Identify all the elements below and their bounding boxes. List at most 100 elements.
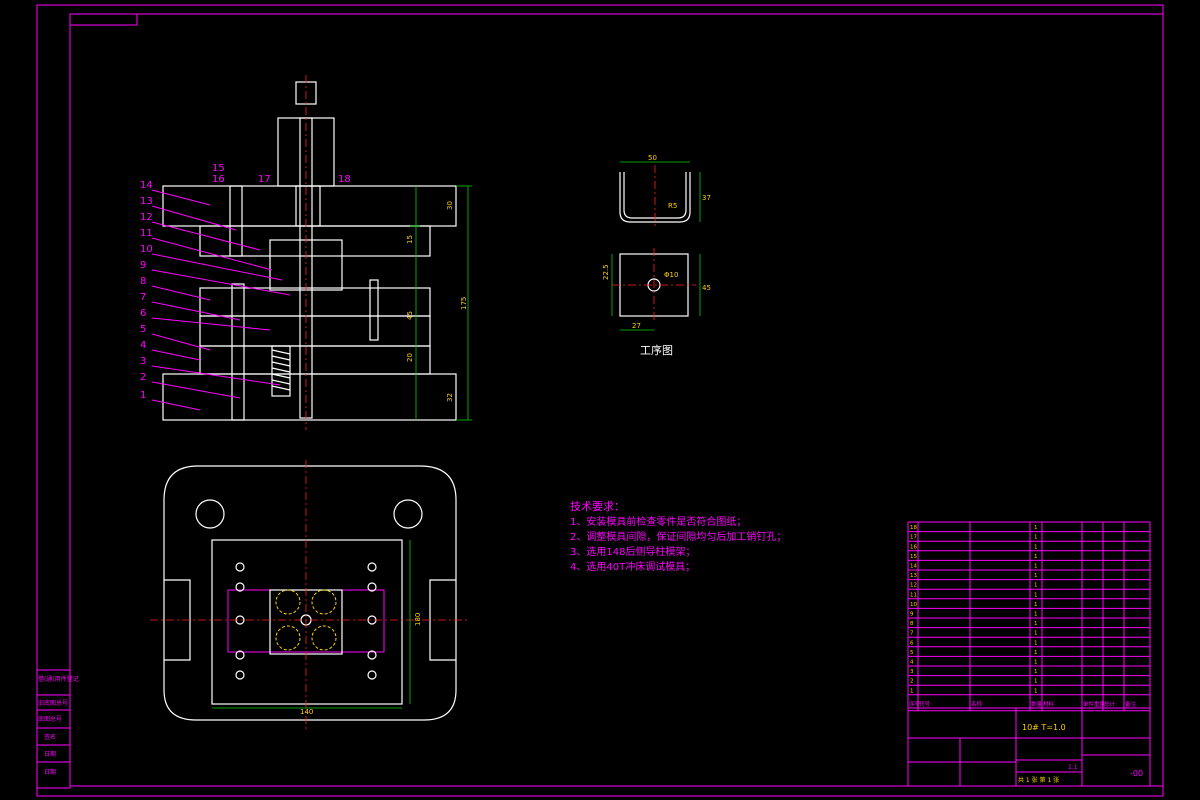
tech-requirements: 技术要求： 1、安装模具前检查零件是否符合图纸； 2、调整模具间隙，保证间隙均匀… — [570, 500, 786, 573]
label-15: 15 — [212, 163, 225, 174]
bom-header-cell: 名称 — [971, 700, 983, 708]
label-11: 11 — [140, 228, 153, 239]
bom-row-no: 2 — [910, 679, 914, 685]
left-strip-4: 签名 — [44, 733, 56, 741]
bom-row-qty: 1 — [1034, 554, 1038, 560]
label-3: 3 — [140, 356, 146, 367]
title-scale: 1:1 — [1068, 764, 1078, 771]
bom-row-no: 18 — [910, 525, 917, 531]
bom-row-no: 3 — [910, 669, 914, 675]
bom-row-no: 9 — [910, 612, 914, 618]
bom-row-qty: 1 — [1034, 544, 1038, 550]
dim-45: 45 — [406, 311, 414, 320]
bom-header-cell: 材料 — [1043, 700, 1055, 708]
die-plan-view: 140 180 — [150, 460, 470, 730]
label-14: 14 — [140, 180, 153, 191]
bom-row-qty: 1 — [1034, 535, 1038, 541]
bom-row-no: 15 — [910, 554, 917, 560]
bom-header-cell: 代号 — [919, 700, 931, 708]
bom-row-no: 10 — [910, 602, 917, 608]
bom-row-no: 1 — [910, 688, 914, 694]
dim-30: 30 — [446, 201, 454, 210]
bom-row-no: 17 — [910, 535, 917, 541]
bom-row-qty: 1 — [1034, 688, 1038, 694]
label-8: 8 — [140, 276, 146, 287]
outer-border — [36, 4, 1164, 797]
plan-dim-180: 180 — [414, 613, 422, 626]
title-block: 10# T=1.0 1:1 共 1 张 第 1 张 -00 — [907, 707, 1151, 787]
label-17: 17 — [258, 174, 271, 185]
bom-row-qty: 1 — [1034, 631, 1038, 637]
bom-header-cell: 数量 — [1031, 700, 1043, 708]
bom-row-qty: 1 — [1034, 621, 1038, 627]
left-strip: 借(通)用件登记 旧底图总号 底图总号 签名 日期 日期 — [36, 669, 79, 789]
label-5: 5 — [140, 324, 146, 335]
dim-20: 20 — [406, 353, 414, 362]
part-dim-50: 50 — [648, 154, 657, 162]
bom-row-no: 16 — [910, 544, 917, 550]
process-title: 工序图 — [640, 343, 673, 357]
bom-row-qty: 1 — [1034, 650, 1038, 656]
part-dim-37: 37 — [702, 194, 711, 202]
label-12: 12 — [140, 212, 153, 223]
dim-32: 32 — [446, 393, 454, 402]
plan-dim-140: 140 — [300, 708, 313, 716]
dim-15: 15 — [406, 235, 414, 244]
part-dim-r5: R5 — [668, 202, 677, 210]
bom-row-qty: 1 — [1034, 602, 1038, 608]
bom-row-no: 4 — [910, 660, 914, 666]
bom-row-no: 11 — [910, 592, 917, 598]
bom-row-no: 12 — [910, 583, 917, 589]
bom-header-cell: 备注 — [1125, 700, 1137, 708]
bom-header-cell: 单件重量 — [1083, 700, 1106, 708]
bom-row-no: 5 — [910, 650, 914, 656]
tech-item-1: 1、安装模具前检查零件是否符合图纸； — [570, 515, 746, 528]
label-1: 1 — [140, 390, 146, 401]
title-drawing-no: -00 — [1130, 769, 1143, 778]
bom-row-no: 14 — [910, 564, 917, 570]
dim-175: 175 — [460, 297, 468, 310]
tech-item-3: 3、选用148后侧导柱模架； — [570, 545, 695, 558]
part-labels: 14 13 12 11 10 9 8 7 6 5 4 3 2 1 15 16 1… — [140, 163, 351, 411]
bom-row-qty: 1 — [1034, 525, 1038, 531]
left-strip-2: 旧底图总号 — [38, 699, 68, 707]
label-16: 16 — [212, 174, 225, 185]
tech-item-2: 2、调整模具间隙，保证间隙均匀后加工销钉孔； — [570, 530, 786, 543]
tech-item-4: 4、选用40T冲床调试模具； — [570, 560, 695, 573]
inner-border — [69, 13, 1164, 787]
part-dim-27: 27 — [632, 322, 641, 330]
label-2: 2 — [140, 372, 146, 383]
bom-row-no: 6 — [910, 640, 914, 646]
part-dim-22-5: 22.5 — [602, 264, 610, 280]
cad-drawing: 借(通)用件登记 旧底图总号 底图总号 签名 日期 日期 14 13 12 11… — [36, 4, 1164, 797]
bom-row-qty: 1 — [1034, 669, 1038, 675]
bom-row-qty: 1 — [1034, 564, 1038, 570]
bom-row-no: 8 — [910, 621, 914, 627]
bom-row-no: 7 — [910, 631, 914, 637]
left-strip-5: 日期 — [44, 750, 56, 758]
bom-row-qty: 1 — [1034, 660, 1038, 666]
section-dimensions: 30 15 175 45 20 32 — [406, 185, 472, 421]
left-strip-3: 底图总号 — [38, 715, 62, 723]
bom-row-qty: 1 — [1034, 640, 1038, 646]
part-dim-45: 45 — [702, 284, 711, 292]
left-strip-1: 借(通)用件登记 — [38, 675, 79, 683]
tech-title: 技术要求： — [570, 500, 625, 513]
left-strip-6: 日期 — [44, 768, 56, 776]
label-4: 4 — [140, 340, 146, 351]
bom-row-qty: 1 — [1034, 679, 1038, 685]
bom-row-no: 13 — [910, 573, 917, 579]
title-sheet: 共 1 张 第 1 张 — [1018, 776, 1059, 784]
label-18: 18 — [338, 174, 351, 185]
bom-row-qty: 1 — [1034, 612, 1038, 618]
label-9: 9 — [140, 260, 146, 271]
label-10: 10 — [140, 244, 153, 255]
bom-row-qty: 1 — [1034, 573, 1038, 579]
label-13: 13 — [140, 196, 153, 207]
label-7: 7 — [140, 292, 146, 303]
bom-row-qty: 1 — [1034, 592, 1038, 598]
bom-row-qty: 1 — [1034, 583, 1038, 589]
corner-box — [69, 13, 138, 26]
bom-table: 18 117 116 115 114 113 112 111 110 19 18 17 16 15 14 13… — [907, 521, 1151, 712]
bom-header-cell: 总计 — [1104, 700, 1116, 708]
